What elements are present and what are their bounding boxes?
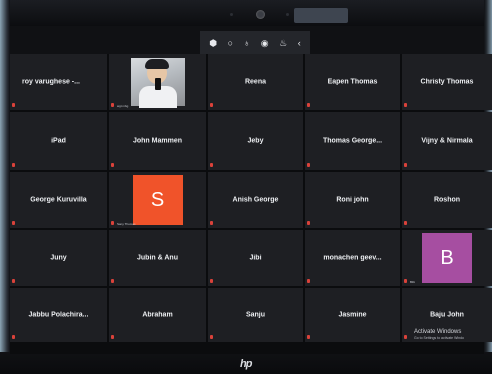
participant-name: Jeby	[247, 137, 264, 145]
participant-tag: wgt mbg	[117, 104, 129, 108]
activation-subtitle: Go to Settings to activate Windo	[414, 336, 464, 340]
participant-tile[interactable]: Juny	[10, 230, 107, 286]
participant-avatar: B	[422, 233, 472, 283]
participant-name: monachen geev...	[323, 254, 382, 262]
participant-tile[interactable]: wgt mbg	[109, 54, 206, 110]
participant-tile[interactable]: Jibi	[208, 230, 303, 286]
muted-mic-icon	[307, 279, 310, 283]
participant-name: Roshon	[433, 196, 461, 204]
participant-tile[interactable]: George Kuruvilla	[10, 172, 107, 228]
muted-mic-icon	[12, 279, 15, 283]
participant-tile[interactable]: John Mammen	[109, 112, 206, 170]
muted-mic-icon	[111, 335, 114, 339]
muted-mic-icon	[404, 335, 407, 339]
muted-mic-icon	[12, 221, 15, 225]
sensor-dot	[230, 13, 233, 16]
muted-mic-icon	[111, 163, 114, 167]
raise-hand-icon[interactable]: ♨	[279, 38, 287, 48]
participant-tile[interactable]: Vijny & Nirmala	[402, 112, 492, 170]
muted-mic-icon	[404, 163, 407, 167]
participant-name: Christy Thomas	[420, 78, 474, 86]
participant-tile[interactable]: Christy Thomas	[402, 54, 492, 110]
participant-name: Jibi	[249, 254, 262, 262]
participant-name: Eapen Thomas	[327, 78, 378, 86]
participant-tile[interactable]: Roshon	[402, 172, 492, 228]
participant-name: Abraham	[142, 311, 173, 319]
notification-toast[interactable]	[294, 8, 348, 23]
participant-avatar: S	[132, 175, 183, 225]
muted-mic-icon	[307, 163, 310, 167]
muted-mic-icon	[404, 279, 407, 283]
participant-tile[interactable]: Roni john	[305, 172, 400, 228]
participant-name: iPad	[51, 137, 66, 145]
participant-name: Baju John	[430, 311, 464, 319]
muted-mic-icon	[111, 103, 114, 107]
muted-mic-icon	[404, 103, 407, 107]
muted-mic-icon	[111, 279, 114, 283]
participant-tile[interactable]: Reena	[208, 54, 303, 110]
participant-name: Roni john	[336, 196, 369, 204]
muted-mic-icon	[12, 163, 15, 167]
muted-mic-icon	[210, 221, 213, 225]
participant-tile[interactable]: Thomas George...	[305, 112, 400, 170]
participant-tag: Bibi	[410, 280, 416, 284]
webcam-icon	[256, 10, 265, 19]
participant-name: Jasmine	[338, 311, 367, 319]
laptop-top-bezel	[0, 0, 492, 26]
participant-name: Juny	[50, 254, 67, 262]
participant-name: roy varughese -...	[22, 78, 80, 86]
muted-mic-icon	[307, 335, 310, 339]
participant-name: Sanju	[245, 311, 266, 319]
participant-tile[interactable]: monachen geev...	[305, 230, 400, 286]
camera-icon[interactable]: ◉	[261, 38, 269, 48]
record-icon[interactable]: ○	[228, 38, 233, 48]
participant-name: Vijny & Nirmala	[421, 137, 473, 145]
sensor-dot	[286, 13, 289, 16]
participant-tile[interactable]: Jubin & Anu	[109, 230, 206, 286]
participant-tile[interactable]: Anish George	[208, 172, 303, 228]
meeting-toolbar: ⬢ ○ ♁ ◉ ♨ ‹	[200, 31, 310, 55]
muted-mic-icon	[404, 221, 407, 225]
participant-tile[interactable]: Jasmine	[305, 288, 400, 342]
chevron-left-icon[interactable]: ‹	[298, 38, 301, 48]
participant-video	[131, 58, 185, 108]
muted-mic-icon	[210, 279, 213, 283]
microphone-icon[interactable]: ♁	[244, 38, 251, 48]
muted-mic-icon	[307, 221, 310, 225]
participant-tile[interactable]: Sanju	[208, 288, 303, 342]
participant-tile[interactable]: Eapen Thomas	[305, 54, 400, 110]
participant-tile[interactable]: Jeby	[208, 112, 303, 170]
participant-name: John Mammen	[132, 137, 182, 145]
meeting-screen: ⬢ ○ ♁ ◉ ♨ ‹ roy varughese -... wgt mbg Reena Eap…	[10, 26, 492, 354]
participant-tile[interactable]: Jabbu Polachira...	[10, 288, 107, 342]
participant-name: Reena	[244, 78, 266, 86]
participant-tile[interactable]: Abraham	[109, 288, 206, 342]
muted-mic-icon	[210, 163, 213, 167]
laptop-left-bezel	[0, 0, 10, 374]
muted-mic-icon	[307, 103, 310, 107]
hp-logo-icon[interactable]: ⬢	[209, 38, 217, 48]
muted-mic-icon	[12, 335, 15, 339]
participant-tile[interactable]: B Bibi	[402, 230, 492, 286]
muted-mic-icon	[12, 103, 15, 107]
participant-name: Anish George	[232, 196, 279, 204]
participant-tile[interactable]: S Sany Thomas	[109, 172, 206, 228]
participant-tag: Sany Thomas	[117, 222, 136, 226]
windows-activation-watermark: Activate Windows Go to Settings to activ…	[414, 329, 464, 341]
participant-tile[interactable]: iPad	[10, 112, 107, 170]
participant-name: George Kuruvilla	[30, 196, 87, 204]
participant-name: Thomas George...	[322, 137, 383, 145]
hp-brand-logo: hp	[240, 358, 252, 370]
muted-mic-icon	[111, 221, 114, 225]
participant-tile[interactable]: roy varughese -...	[10, 54, 107, 110]
participant-gallery: roy varughese -... wgt mbg Reena Eapen Thom…	[10, 54, 492, 354]
muted-mic-icon	[210, 103, 213, 107]
participant-name: Jubin & Anu	[137, 254, 178, 262]
muted-mic-icon	[210, 335, 213, 339]
participant-name: Jabbu Polachira...	[28, 311, 89, 319]
